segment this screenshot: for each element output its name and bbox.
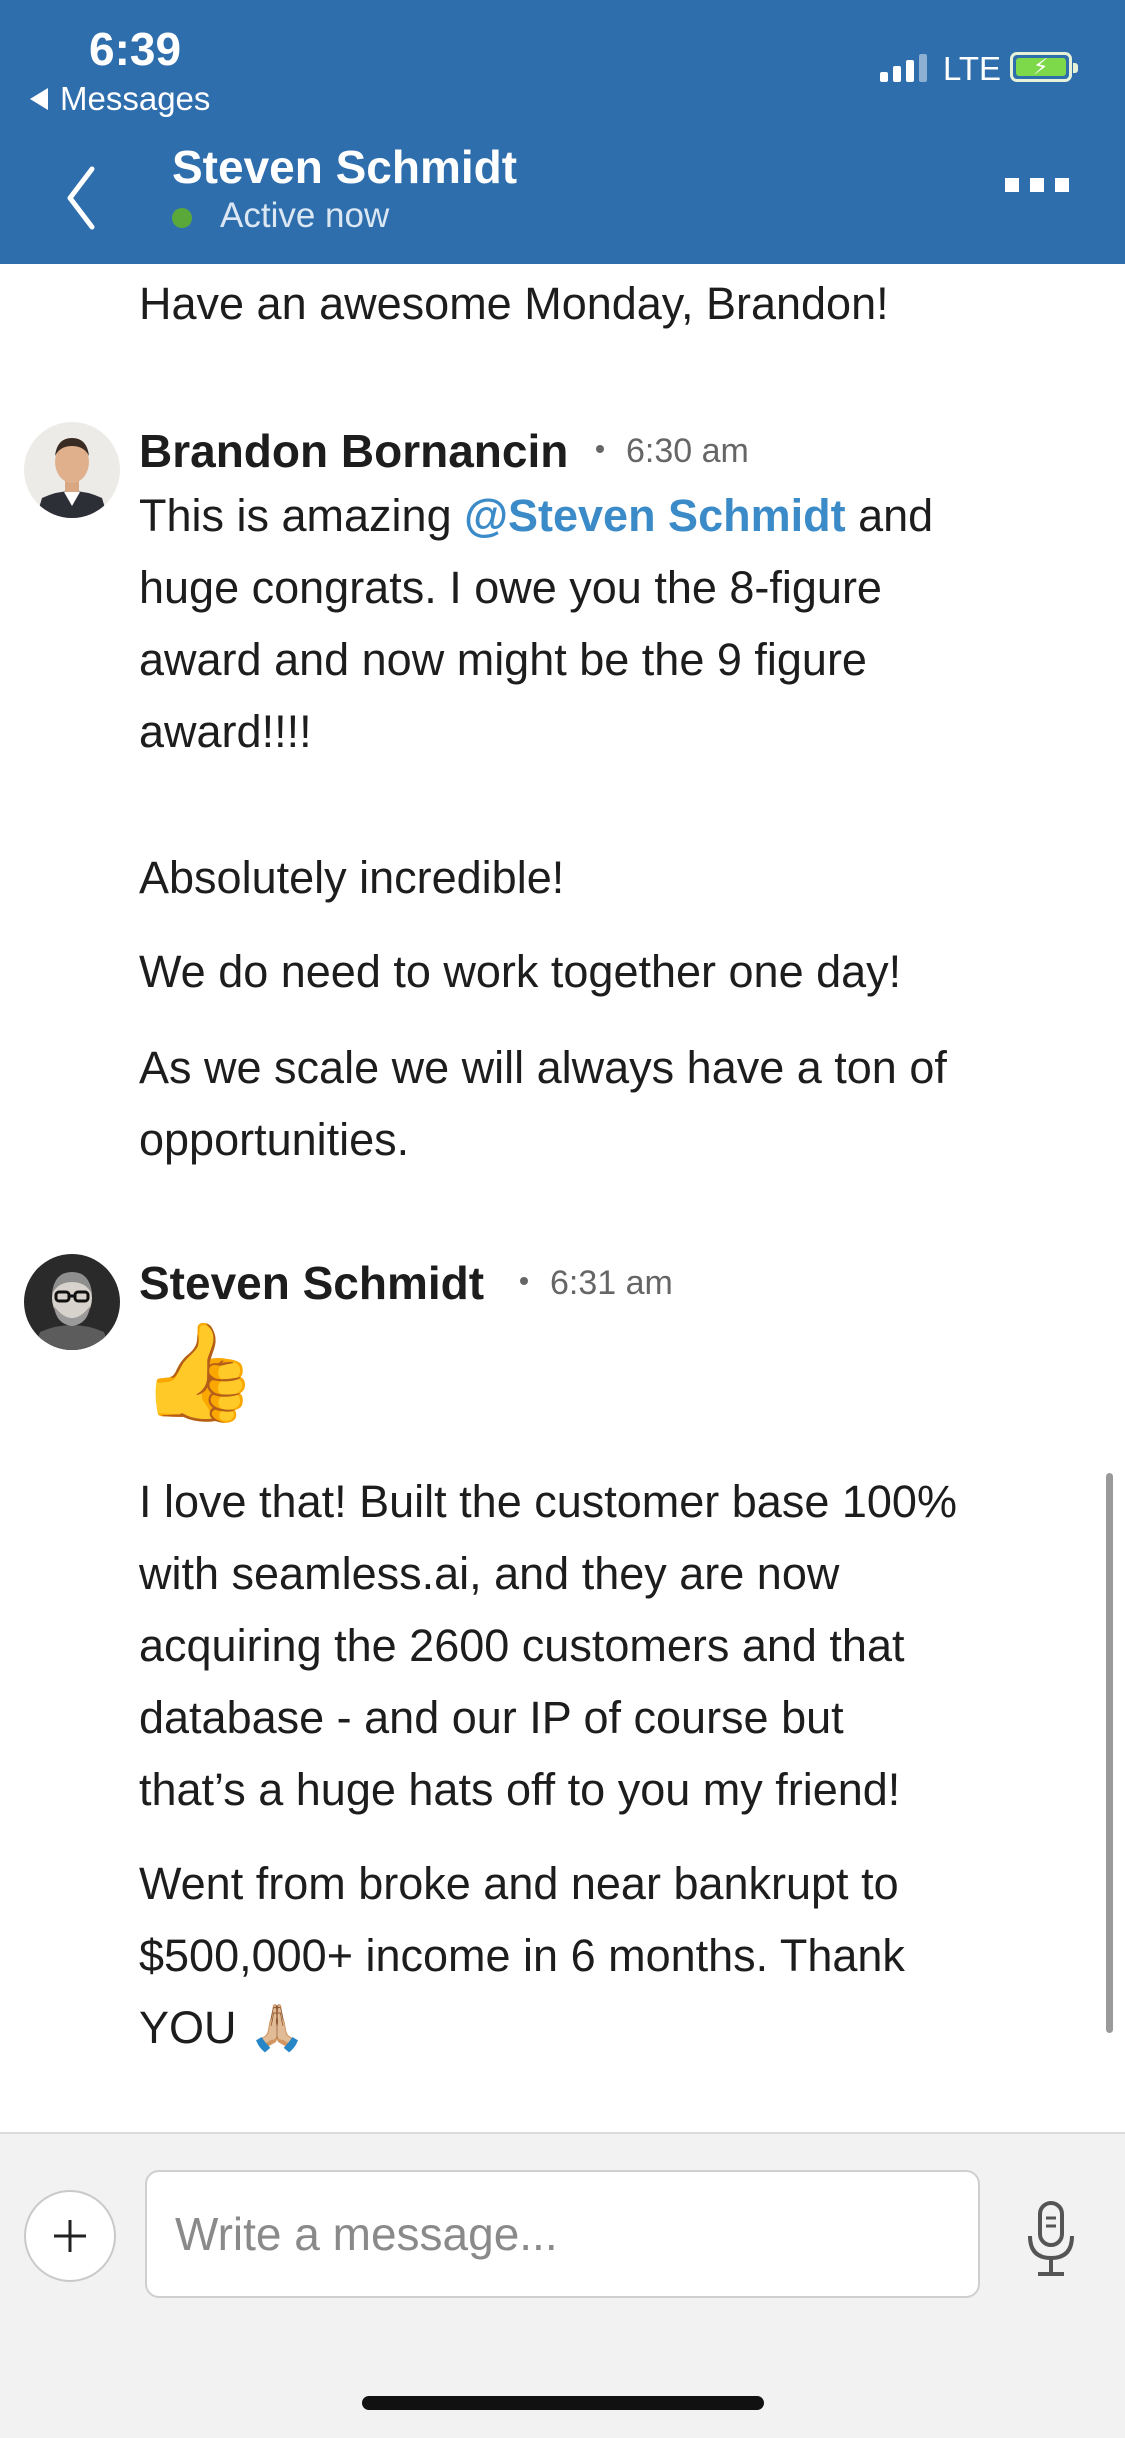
back-arrow-icon[interactable] — [62, 163, 102, 233]
back-to-messages-link[interactable]: Messages — [30, 80, 210, 118]
message-text: We do need to work together one day! — [139, 946, 902, 997]
thumbs-up-emoji: 👍 — [139, 1319, 259, 1426]
sender-name[interactable]: Steven Schmidt — [139, 1256, 484, 1310]
message-text-line: Went from broke and near bankrupt to — [139, 1858, 899, 1909]
back-to-messages-label: Messages — [60, 80, 211, 117]
status-time: 6:39 — [89, 23, 182, 75]
presence-status: Active now — [220, 196, 390, 235]
battery-charging-icon: ⚡ — [1010, 52, 1078, 82]
avatar-brandon[interactable] — [24, 422, 120, 518]
message-text: Absolutely incredible! — [139, 852, 565, 903]
message-text-line: $500,000+ income in 6 months. Thank — [139, 1930, 905, 1981]
separator-dot — [596, 445, 604, 454]
message-text-line: This is amazing @Steven Schmidt and — [139, 490, 934, 541]
home-indicator[interactable] — [362, 2396, 764, 2410]
message-text-line: award!!!! — [139, 706, 312, 757]
message-text-line: that’s a huge hats off to you my friend! — [139, 1764, 901, 1815]
scrollbar[interactable] — [1106, 1473, 1113, 2033]
sender-name[interactable]: Brandon Bornancin — [139, 424, 568, 478]
message-text: Have an awesome Monday, Brandon! — [139, 278, 889, 329]
mention-link[interactable]: @Steven Schmidt — [464, 490, 845, 541]
message-text-line: YOU 🙏🏼 — [139, 2002, 306, 2053]
message-text-line: acquiring the 2600 customers and that — [139, 1620, 905, 1671]
microphone-icon[interactable] — [1022, 2200, 1080, 2278]
message-thread[interactable]: Have an awesome Monday, Brandon! Brandon… — [0, 264, 1125, 2132]
more-icon[interactable] — [1005, 178, 1069, 192]
message-timestamp: 6:31 am — [520, 1264, 673, 1303]
message-timestamp: 6:30 am — [596, 432, 749, 471]
praying-hands-emoji: 🙏🏼 — [249, 2002, 306, 2053]
back-triangle-icon — [30, 88, 48, 110]
message-composer — [0, 2132, 1125, 2438]
message-text-line: database - and our IP of course but — [139, 1692, 844, 1743]
message-text-line: huge congrats. I owe you the 8-figure — [139, 562, 882, 613]
message-input[interactable] — [145, 2170, 980, 2298]
chat-header: 6:39 Messages LTE ⚡ Steven Schmidt Activ… — [0, 0, 1125, 264]
network-type: LTE — [943, 50, 1002, 87]
separator-dot — [520, 1277, 528, 1286]
add-attachment-button[interactable] — [24, 2190, 116, 2282]
presence-dot — [172, 208, 192, 228]
message-text-line: award and now might be the 9 figure — [139, 634, 867, 685]
plus-icon — [54, 2220, 86, 2252]
message-text-line: with seamless.ai, and they are now — [139, 1548, 840, 1599]
avatar-steven[interactable] — [24, 1254, 120, 1350]
message-text-line: opportunities. — [139, 1114, 410, 1165]
message-text-line: As we scale we will always have a ton of — [139, 1042, 947, 1093]
message-text-line: I love that! Built the customer base 100… — [139, 1476, 957, 1527]
signal-strength-icon — [880, 52, 927, 82]
contact-name[interactable]: Steven Schmidt — [172, 140, 517, 194]
